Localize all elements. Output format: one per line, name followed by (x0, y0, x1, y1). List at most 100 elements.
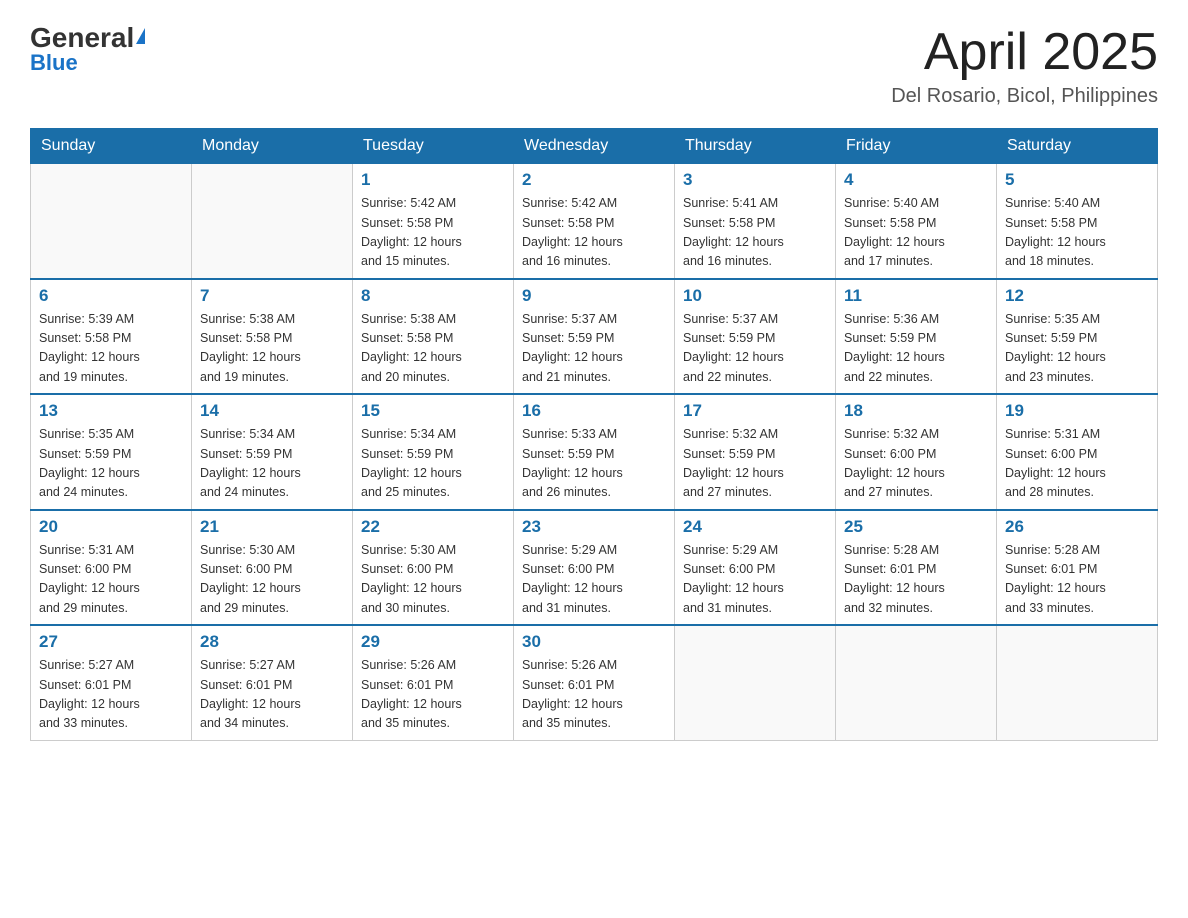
day-number: 13 (39, 401, 183, 421)
calendar-cell: 9 Sunrise: 5:37 AM Sunset: 5:59 PM Daylig… (514, 279, 675, 395)
day-info: Sunrise: 5:38 AM Sunset: 5:58 PM Dayligh… (361, 310, 505, 388)
calendar-cell: 27 Sunrise: 5:27 AM Sunset: 6:01 PM Dayli… (31, 625, 192, 740)
day-info: Sunrise: 5:32 AM Sunset: 6:00 PM Dayligh… (844, 425, 988, 503)
calendar-header-row: SundayMondayTuesdayWednesdayThursdayFrid… (31, 129, 1158, 164)
calendar-cell: 29 Sunrise: 5:26 AM Sunset: 6:01 PM Dayli… (353, 625, 514, 740)
day-number: 15 (361, 401, 505, 421)
calendar-cell: 21 Sunrise: 5:30 AM Sunset: 6:00 PM Dayli… (192, 510, 353, 626)
calendar-cell (836, 625, 997, 740)
calendar-cell: 25Sunrise: 5:28 AM Sunset: 6:01 PM Dayli… (836, 510, 997, 626)
logo-general: General (30, 24, 134, 52)
day-info: Sunrise: 5:26 AM Sunset: 6:01 PM Dayligh… (522, 656, 666, 734)
title-block: April 2025 Del Rosario, Bicol, Philippin… (891, 24, 1158, 108)
calendar-week-row: 20Sunrise: 5:31 AM Sunset: 6:00 PM Dayli… (31, 510, 1158, 626)
day-number: 1 (361, 170, 505, 190)
calendar-cell: 17 Sunrise: 5:32 AM Sunset: 5:59 PM Dayli… (675, 394, 836, 510)
calendar-cell: 8 Sunrise: 5:38 AM Sunset: 5:58 PM Daylig… (353, 279, 514, 395)
calendar-header-tuesday: Tuesday (353, 129, 514, 164)
day-info: Sunrise: 5:40 AM Sunset: 5:58 PM Dayligh… (1005, 194, 1149, 272)
page-header: General Blue April 2025 Del Rosario, Bic… (30, 24, 1158, 108)
day-info: Sunrise: 5:38 AM Sunset: 5:58 PM Dayligh… (200, 310, 344, 388)
day-number: 6 (39, 286, 183, 306)
calendar-cell: 15 Sunrise: 5:34 AM Sunset: 5:59 PM Dayli… (353, 394, 514, 510)
day-number: 18 (844, 401, 988, 421)
calendar-cell (192, 164, 353, 279)
day-info: Sunrise: 5:42 AM Sunset: 5:58 PM Dayligh… (361, 194, 505, 272)
calendar-week-row: 27 Sunrise: 5:27 AM Sunset: 6:01 PM Dayli… (31, 625, 1158, 740)
day-info: Sunrise: 5:32 AM Sunset: 5:59 PM Dayligh… (683, 425, 827, 503)
calendar-cell: 30Sunrise: 5:26 AM Sunset: 6:01 PM Dayli… (514, 625, 675, 740)
day-number: 17 (683, 401, 827, 421)
day-info: Sunrise: 5:27 AM Sunset: 6:01 PM Dayligh… (39, 656, 183, 734)
day-info: Sunrise: 5:30 AM Sunset: 6:00 PM Dayligh… (200, 541, 344, 619)
calendar-cell (31, 164, 192, 279)
calendar-cell: 1 Sunrise: 5:42 AM Sunset: 5:58 PM Daylig… (353, 164, 514, 279)
calendar-header-sunday: Sunday (31, 129, 192, 164)
calendar-cell: 11Sunrise: 5:36 AM Sunset: 5:59 PM Dayli… (836, 279, 997, 395)
month-title: April 2025 (891, 24, 1158, 81)
calendar-cell: 7Sunrise: 5:38 AM Sunset: 5:58 PM Daylig… (192, 279, 353, 395)
day-number: 28 (200, 632, 344, 652)
calendar-header-monday: Monday (192, 129, 353, 164)
day-number: 3 (683, 170, 827, 190)
day-number: 10 (683, 286, 827, 306)
day-info: Sunrise: 5:34 AM Sunset: 5:59 PM Dayligh… (200, 425, 344, 503)
day-info: Sunrise: 5:31 AM Sunset: 6:00 PM Dayligh… (1005, 425, 1149, 503)
calendar-week-row: 6 Sunrise: 5:39 AM Sunset: 5:58 PM Daylig… (31, 279, 1158, 395)
calendar-cell (675, 625, 836, 740)
calendar-cell: 18 Sunrise: 5:32 AM Sunset: 6:00 PM Dayli… (836, 394, 997, 510)
day-info: Sunrise: 5:29 AM Sunset: 6:00 PM Dayligh… (683, 541, 827, 619)
calendar-cell: 13 Sunrise: 5:35 AM Sunset: 5:59 PM Dayli… (31, 394, 192, 510)
calendar-cell: 23 Sunrise: 5:29 AM Sunset: 6:00 PM Dayli… (514, 510, 675, 626)
calendar-cell: 22Sunrise: 5:30 AM Sunset: 6:00 PM Dayli… (353, 510, 514, 626)
day-info: Sunrise: 5:40 AM Sunset: 5:58 PM Dayligh… (844, 194, 988, 272)
day-info: Sunrise: 5:34 AM Sunset: 5:59 PM Dayligh… (361, 425, 505, 503)
day-info: Sunrise: 5:30 AM Sunset: 6:00 PM Dayligh… (361, 541, 505, 619)
day-info: Sunrise: 5:29 AM Sunset: 6:00 PM Dayligh… (522, 541, 666, 619)
calendar-cell: 24 Sunrise: 5:29 AM Sunset: 6:00 PM Dayli… (675, 510, 836, 626)
day-info: Sunrise: 5:27 AM Sunset: 6:01 PM Dayligh… (200, 656, 344, 734)
calendar-cell: 3Sunrise: 5:41 AM Sunset: 5:58 PM Daylig… (675, 164, 836, 279)
day-info: Sunrise: 5:37 AM Sunset: 5:59 PM Dayligh… (522, 310, 666, 388)
day-number: 21 (200, 517, 344, 537)
calendar-header-thursday: Thursday (675, 129, 836, 164)
calendar-cell: 10Sunrise: 5:37 AM Sunset: 5:59 PM Dayli… (675, 279, 836, 395)
day-info: Sunrise: 5:36 AM Sunset: 5:59 PM Dayligh… (844, 310, 988, 388)
day-number: 29 (361, 632, 505, 652)
calendar-cell: 14 Sunrise: 5:34 AM Sunset: 5:59 PM Dayli… (192, 394, 353, 510)
calendar-cell: 16 Sunrise: 5:33 AM Sunset: 5:59 PM Dayli… (514, 394, 675, 510)
day-number: 9 (522, 286, 666, 306)
calendar-header-saturday: Saturday (997, 129, 1158, 164)
day-number: 27 (39, 632, 183, 652)
calendar-week-row: 1 Sunrise: 5:42 AM Sunset: 5:58 PM Daylig… (31, 164, 1158, 279)
calendar-cell: 20Sunrise: 5:31 AM Sunset: 6:00 PM Dayli… (31, 510, 192, 626)
day-number: 25 (844, 517, 988, 537)
calendar-cell: 2Sunrise: 5:42 AM Sunset: 5:58 PM Daylig… (514, 164, 675, 279)
logo-triangle-icon (136, 28, 145, 44)
calendar-table: SundayMondayTuesdayWednesdayThursdayFrid… (30, 128, 1158, 741)
day-info: Sunrise: 5:26 AM Sunset: 6:01 PM Dayligh… (361, 656, 505, 734)
calendar-header-friday: Friday (836, 129, 997, 164)
day-number: 24 (683, 517, 827, 537)
calendar-cell: 12Sunrise: 5:35 AM Sunset: 5:59 PM Dayli… (997, 279, 1158, 395)
day-number: 23 (522, 517, 666, 537)
logo: General Blue (30, 24, 145, 74)
calendar-cell: 5 Sunrise: 5:40 AM Sunset: 5:58 PM Daylig… (997, 164, 1158, 279)
day-number: 14 (200, 401, 344, 421)
day-number: 19 (1005, 401, 1149, 421)
day-info: Sunrise: 5:35 AM Sunset: 5:59 PM Dayligh… (39, 425, 183, 503)
day-info: Sunrise: 5:33 AM Sunset: 5:59 PM Dayligh… (522, 425, 666, 503)
day-number: 8 (361, 286, 505, 306)
calendar-cell: 6 Sunrise: 5:39 AM Sunset: 5:58 PM Daylig… (31, 279, 192, 395)
day-number: 4 (844, 170, 988, 190)
day-number: 26 (1005, 517, 1149, 537)
day-info: Sunrise: 5:31 AM Sunset: 6:00 PM Dayligh… (39, 541, 183, 619)
day-number: 5 (1005, 170, 1149, 190)
calendar-cell (997, 625, 1158, 740)
day-number: 16 (522, 401, 666, 421)
day-info: Sunrise: 5:39 AM Sunset: 5:58 PM Dayligh… (39, 310, 183, 388)
calendar-cell: 28 Sunrise: 5:27 AM Sunset: 6:01 PM Dayli… (192, 625, 353, 740)
calendar-cell: 4 Sunrise: 5:40 AM Sunset: 5:58 PM Daylig… (836, 164, 997, 279)
day-info: Sunrise: 5:28 AM Sunset: 6:01 PM Dayligh… (1005, 541, 1149, 619)
location-title: Del Rosario, Bicol, Philippines (891, 85, 1158, 108)
